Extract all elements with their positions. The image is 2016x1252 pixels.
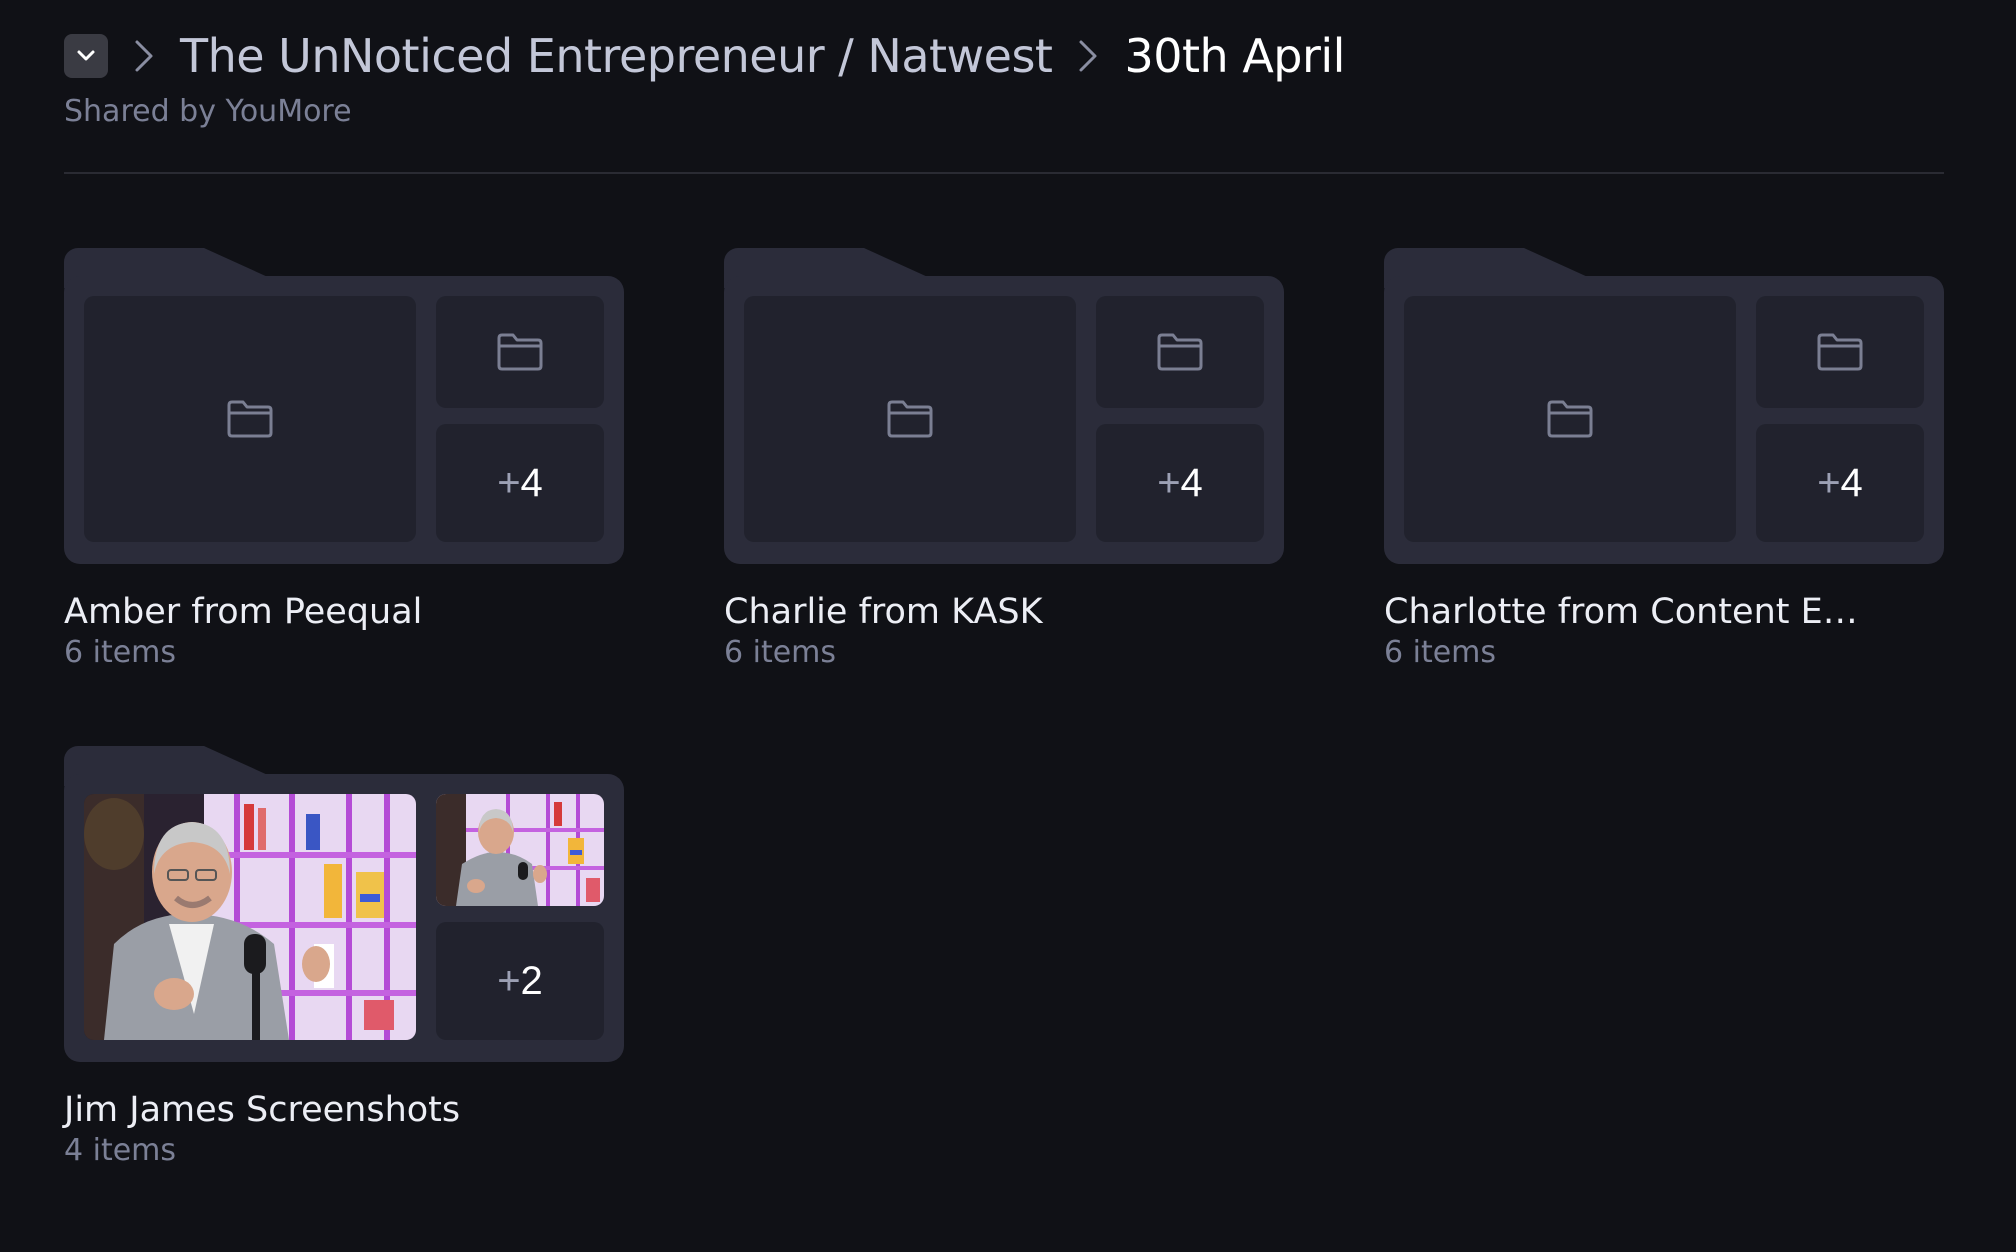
folder-preview: +4 — [1384, 248, 1944, 564]
folder-icon — [497, 333, 543, 371]
header-divider — [64, 172, 1944, 174]
folder-card[interactable]: +2 Jim James Screenshots 4 items — [64, 746, 624, 1170]
more-items-tile: +2 — [436, 922, 604, 1040]
folder-preview: +4 — [64, 248, 624, 564]
folder-card[interactable]: +4 Amber from Peequal 6 items — [64, 248, 624, 672]
chevron-right-icon — [135, 40, 153, 72]
preview-tile — [1404, 296, 1736, 542]
folder-card[interactable]: +4 Charlotte from Content E… 6 items — [1384, 248, 1944, 672]
folder-card[interactable]: +4 Charlie from KASK 6 items — [724, 248, 1284, 672]
preview-tile — [1756, 296, 1924, 408]
preview-tile — [1096, 296, 1264, 408]
folder-item-count: 4 items — [64, 1133, 177, 1168]
folder-icon — [1817, 333, 1863, 371]
preview-tile — [744, 296, 1076, 542]
more-items-tile: +4 — [1096, 424, 1264, 542]
folder-icon — [1547, 400, 1593, 438]
podcast-guest-photo — [436, 794, 604, 906]
folder-preview: +2 — [64, 746, 624, 1062]
header: The UnNoticed Entrepreneur / Natwest 30t… — [64, 26, 1944, 132]
folder-body: +4 — [1384, 276, 1944, 564]
folder-item-count: 6 items — [64, 635, 177, 670]
folder-name: Amber from Peequal — [64, 592, 423, 632]
chevron-down-icon — [77, 50, 95, 61]
breadcrumb: The UnNoticed Entrepreneur / Natwest 30t… — [64, 26, 1944, 86]
breadcrumb-current: 30th April — [1124, 29, 1345, 83]
podcast-guest-photo — [84, 794, 416, 1040]
more-items-tile: +4 — [1756, 424, 1924, 542]
chevron-right-icon — [1079, 40, 1097, 72]
folder-body: +4 — [64, 276, 624, 564]
shared-by-label: Shared by YouMore — [64, 94, 352, 129]
more-items-count: +4 — [1157, 460, 1203, 505]
folder-name: Charlotte from Content E… — [1384, 592, 1858, 632]
folder-icon — [887, 400, 933, 438]
photo-thumbnail — [436, 794, 604, 906]
preview-tile — [84, 296, 416, 542]
folder-item-count: 6 items — [724, 635, 837, 670]
shared-folder-page: The UnNoticed Entrepreneur / Natwest 30t… — [0, 0, 2016, 1252]
breadcrumb-separator — [1066, 38, 1110, 74]
folder-icon — [1157, 333, 1203, 371]
folder-body: +2 — [64, 774, 624, 1062]
breadcrumb-parent-link[interactable]: The UnNoticed Entrepreneur / Natwest — [180, 26, 1053, 86]
preview-tile — [436, 296, 604, 408]
folder-body: +4 — [724, 276, 1284, 564]
more-items-count: +4 — [1817, 460, 1863, 505]
folder-name: Jim James Screenshots — [64, 1090, 461, 1130]
folder-icon — [227, 400, 273, 438]
folder-item-count: 6 items — [1384, 635, 1497, 670]
more-items-tile: +4 — [436, 424, 604, 542]
collapse-button[interactable] — [64, 34, 108, 78]
photo-thumbnail — [84, 794, 416, 1040]
breadcrumb-separator — [122, 38, 166, 74]
folder-preview: +4 — [724, 248, 1284, 564]
more-items-count: +2 — [497, 958, 543, 1003]
folder-name: Charlie from KASK — [724, 592, 1043, 632]
more-items-count: +4 — [497, 460, 543, 505]
